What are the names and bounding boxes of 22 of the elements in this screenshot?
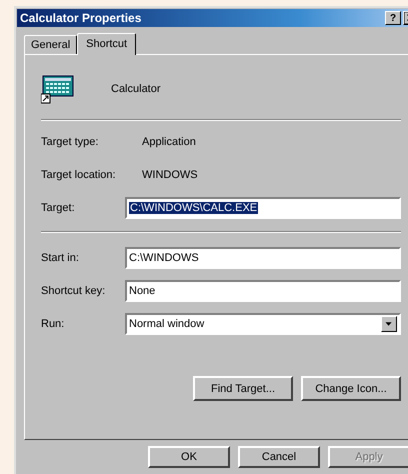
field-label: Start in: [41,252,80,264]
dialog-button[interactable]: Cancel [238,446,320,468]
field-label: Target: [41,202,76,214]
dialog-button[interactable]: OK [148,446,230,468]
input-field[interactable]: None [125,280,401,302]
run-dropdown[interactable]: Normal window [125,313,401,335]
panel-button[interactable]: Find Target... [193,376,293,401]
target-field[interactable]: C:\WINDOWS\CALC.EXE [125,197,401,219]
property-label: Target location: [41,169,117,181]
panel-button[interactable]: Change Icon... [301,376,401,401]
field-label: Run: [41,318,66,330]
tab[interactable]: Shortcut [77,33,136,55]
window-title: Calculator Properties [20,11,142,25]
shortcut-name: Calculator [111,83,161,95]
input-field[interactable]: C:\WINDOWS [125,247,401,269]
field-label: Shortcut key: [41,285,106,297]
tab[interactable]: General [24,35,78,54]
help-button[interactable]: ? [385,11,401,25]
property-value: WINDOWS [142,169,198,181]
calculator-icon [41,74,75,104]
property-value: Application [142,136,196,148]
property-label: Target type: [41,136,100,148]
